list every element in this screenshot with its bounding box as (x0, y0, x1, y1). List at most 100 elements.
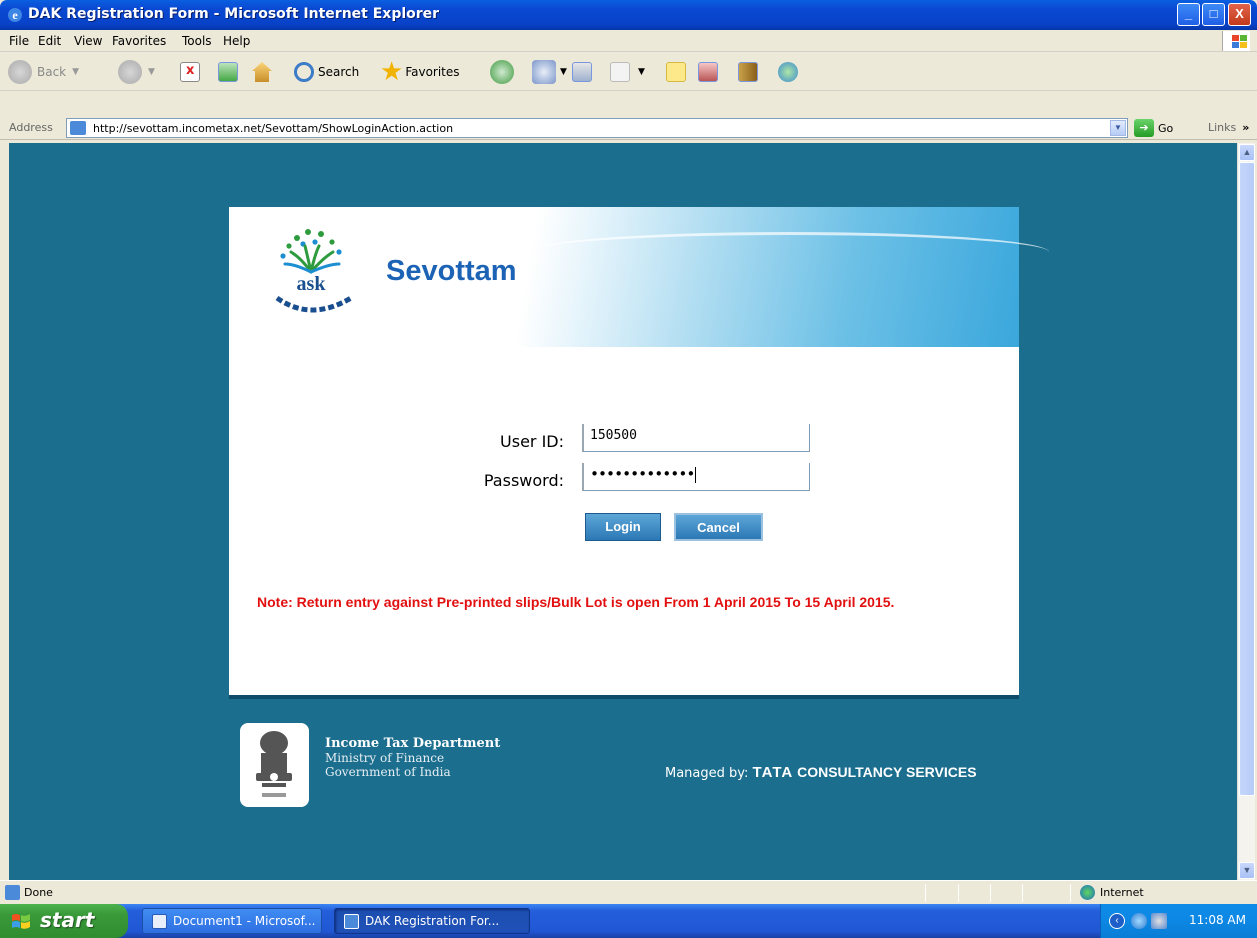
scroll-thumb[interactable] (1239, 162, 1255, 796)
menu-file[interactable]: File (9, 34, 29, 48)
print-button[interactable] (572, 58, 592, 86)
managed-prefix: Managed by: (665, 766, 753, 781)
edit-dropdown-icon: ▼ (638, 67, 645, 77)
back-arrow-icon (8, 60, 32, 84)
favorites-button[interactable]: ★ Favorites (380, 58, 460, 86)
search-icon (294, 62, 314, 82)
search-button[interactable]: Search (294, 58, 359, 86)
refresh-button[interactable] (218, 58, 238, 86)
history-button[interactable] (490, 58, 514, 86)
userid-input[interactable]: 150500 (582, 424, 810, 452)
refresh-icon (218, 62, 238, 82)
password-input[interactable]: ••••••••••••• (582, 463, 810, 491)
back-button[interactable]: Back ▼ (8, 58, 79, 86)
tray-monitor-icon[interactable] (1151, 913, 1167, 929)
window-title: DAK Registration Form - Microsoft Intern… (28, 6, 440, 22)
emblem-lions-icon (256, 731, 292, 797)
mail-button[interactable]: ▼ (532, 58, 567, 86)
status-separator (1070, 884, 1071, 902)
page-done-icon (5, 885, 20, 900)
forward-dropdown-icon: ▼ (148, 67, 155, 77)
favorites-label: Favorites (405, 65, 460, 79)
links-toolbar[interactable]: Links » (1208, 121, 1249, 134)
text-cursor (695, 466, 697, 483)
edit-button[interactable]: ▼ (610, 58, 645, 86)
maximize-button[interactable]: □ (1202, 3, 1225, 26)
ie-window: e DAK Registration Form - Microsoft Inte… (0, 0, 1257, 938)
go-label: Go (1158, 121, 1174, 135)
close-button[interactable]: X (1228, 3, 1251, 26)
cancel-button[interactable]: Cancel (674, 513, 763, 541)
forward-arrow-icon (118, 60, 142, 84)
login-card: ask Sevottam User ID: 150500 Password: •… (229, 207, 1049, 699)
status-separator (1022, 884, 1023, 902)
address-url[interactable]: http://sevottam.incometax.net/Sevottam/S… (93, 122, 453, 135)
scroll-up-icon[interactable]: ▲ (1239, 144, 1255, 161)
minimize-button[interactable]: _ (1177, 3, 1200, 26)
menu-favorites[interactable]: Favorites (112, 34, 166, 48)
tata-logo-text: TATA (752, 764, 794, 781)
go-button[interactable]: ➔ Go (1134, 118, 1184, 138)
card-bottom-border (229, 695, 1019, 699)
status-separator (990, 884, 991, 902)
dept-name: Income Tax Department (325, 736, 501, 751)
start-button[interactable]: start (0, 904, 128, 938)
task1-label: Document1 - Microsof... (173, 914, 316, 928)
mail-icon (532, 60, 556, 84)
tray-expand-icon[interactable]: ‹ (1109, 913, 1125, 929)
header-banner: ask Sevottam (229, 207, 1049, 347)
address-dropdown-icon[interactable]: ▼ (1110, 120, 1126, 136)
scroll-down-icon[interactable]: ▼ (1239, 862, 1255, 879)
menu-help[interactable]: Help (223, 34, 250, 48)
managed-by: Managed by: TATA CONSULTANCY SERVICES (665, 764, 977, 781)
status-separator (958, 884, 959, 902)
stop-button[interactable]: x (180, 58, 200, 86)
home-icon (252, 62, 272, 82)
dept-ministry: Ministry of Finance (325, 751, 445, 765)
address-bar: Address http://sevottam.incometax.net/Se… (0, 116, 1257, 140)
standard-toolbar: Back ▼ ▼ x Search ★ Favorites ▼ ▼ (0, 53, 1257, 91)
tray-network-icon[interactable] (1131, 913, 1147, 929)
login-button[interactable]: Login (585, 513, 661, 541)
ie-logo-icon: e (8, 8, 22, 22)
contacts-people-icon (778, 62, 798, 82)
home-button[interactable] (252, 58, 272, 86)
taskbar-item-ie[interactable]: DAK Registration For... (334, 908, 530, 934)
contacts-button[interactable] (778, 58, 798, 86)
windows-flag-icon (12, 914, 30, 929)
security-zone-text: Internet (1100, 886, 1144, 899)
address-field[interactable]: http://sevottam.incometax.net/Sevottam/S… (66, 118, 1128, 138)
task2-label: DAK Registration For... (365, 914, 500, 928)
research-button[interactable] (738, 58, 758, 86)
word-doc-icon (152, 914, 167, 929)
messenger-button[interactable] (698, 58, 718, 86)
note-icon (666, 62, 686, 82)
menu-view[interactable]: View (74, 34, 102, 48)
vertical-scrollbar[interactable]: ▲ ▼ (1237, 143, 1255, 880)
start-label: start (40, 908, 95, 932)
userid-label: User ID: (500, 432, 564, 451)
svg-text:e: e (12, 8, 18, 22)
address-label: Address (9, 121, 53, 134)
favorites-star-icon: ★ (380, 57, 404, 87)
menu-edit[interactable]: Edit (38, 34, 61, 48)
links-chevron-icon[interactable]: » (1242, 121, 1249, 134)
window-frame-left (0, 143, 9, 880)
search-label: Search (318, 65, 360, 79)
menu-tools[interactable]: Tools (182, 34, 212, 48)
banner-swoosh (529, 232, 1049, 272)
mail-dropdown-icon: ▼ (560, 67, 567, 77)
forward-button[interactable]: ▼ (118, 58, 155, 86)
department-info: Income Tax Department Ministry of Financ… (325, 736, 500, 779)
taskbar-item-word[interactable]: Document1 - Microsof... (142, 908, 322, 934)
discuss-button[interactable] (666, 58, 686, 86)
title-bar[interactable]: e DAK Registration Form - Microsoft Inte… (0, 0, 1257, 30)
ie-page-icon (344, 914, 359, 929)
svg-text:ask: ask (297, 273, 327, 295)
go-arrow-icon: ➔ (1134, 119, 1154, 137)
password-mask: ••••••••••••• (590, 465, 695, 483)
national-emblem-icon (240, 723, 309, 807)
history-icon (490, 60, 514, 84)
menu-bar: File Edit View Favorites Tools Help (0, 30, 1257, 52)
clock[interactable]: 11:08 AM (1189, 913, 1246, 927)
